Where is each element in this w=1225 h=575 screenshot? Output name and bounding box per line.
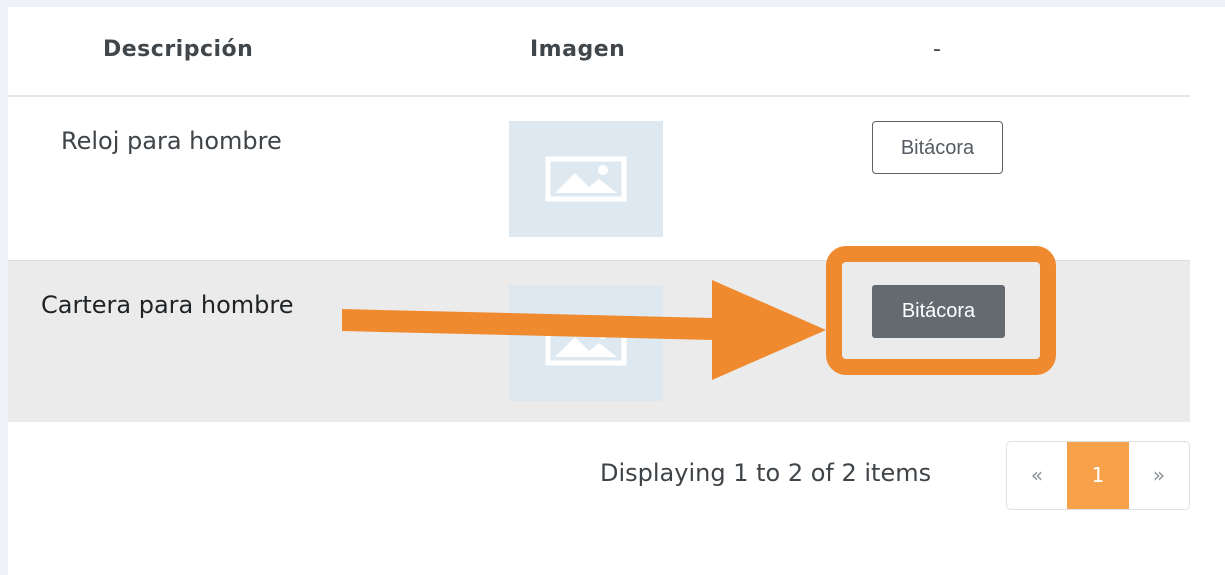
pagination-info: Displaying 1 to 2 of 2 items [600, 459, 932, 487]
pagination-page-1[interactable]: 1 [1067, 442, 1129, 509]
image-placeholder [509, 285, 663, 401]
table-row: Reloj para hombre Bitácora [8, 97, 1190, 260]
pagination: « 1 » [1006, 441, 1190, 510]
header-image: Imagen [530, 37, 626, 62]
pagination-next[interactable]: » [1129, 442, 1189, 509]
header-description[interactable]: Descripción [103, 32, 253, 68]
description-cell: Cartera para hombre [41, 291, 294, 319]
page: Descripción Imagen - Reloj para hombre B… [0, 0, 1225, 575]
pagination-prev[interactable]: « [1007, 442, 1067, 509]
description-cell: Reloj para hombre [61, 127, 282, 155]
bitacora-button[interactable]: Bitácora [872, 121, 1003, 174]
bitacora-button-active[interactable]: Bitácora [872, 285, 1005, 338]
header-actions: - [933, 37, 942, 62]
left-border [0, 0, 8, 575]
image-placeholder [509, 121, 663, 237]
image-placeholder-icon [545, 156, 627, 202]
top-border [0, 0, 1225, 7]
table-row: Cartera para hombre Bitácora [8, 260, 1190, 422]
image-placeholder-icon [545, 320, 627, 366]
